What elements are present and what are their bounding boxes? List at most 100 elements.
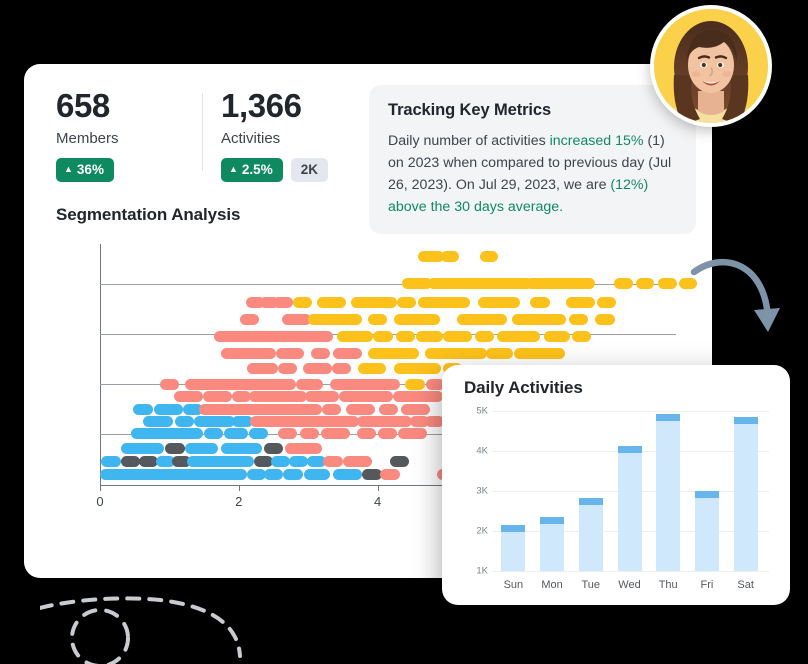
daily-bar-column[interactable] [501,411,526,571]
daily-bar-column[interactable] [578,411,603,571]
daily-bar-cap [694,491,719,498]
kpi-activities-change-text: 2.5% [241,162,273,178]
kpi-activities-label: Activities [221,129,281,147]
kpi-activities-total-badge[interactable]: 2K [290,158,328,182]
daily-bar-cap [617,446,642,454]
segmentation-dot-run [513,347,565,359]
metrics-text-segment-0: Daily number of activities [388,133,550,149]
metrics-panel-body: Daily number of activities increased 15%… [388,130,678,218]
segmentation-dot-run [394,363,442,375]
daily-bar-column[interactable] [694,411,719,571]
triangle-up-icon: ▲ [64,163,73,174]
daily-bar-cap [578,498,603,506]
daily-activities-title: Daily Activities [464,378,583,397]
segmentation-dot-run [194,416,235,428]
segmentation-dot-run [213,330,334,342]
segmentation-dot-run [338,390,393,402]
kpi-activities-change-badge[interactable]: ▲ 2.5% [221,158,283,182]
segmentation-x-tick [377,485,379,491]
segmentation-dot-run [678,278,697,290]
daily-y-tick-label: 2K [476,525,488,537]
kpi-activities-value: 1,366 [221,87,302,124]
segmentation-dot-run [240,314,260,326]
segmentation-dot-run [310,347,331,359]
segmentation-dot-run [198,404,322,416]
segmentation-dot-run [427,278,532,290]
segmentation-dot-run [566,297,596,309]
segmentation-dot-run [100,468,248,480]
daily-bar-fill [617,446,642,571]
segmentation-dot-run [159,378,179,390]
daily-activities-card: Daily Activities 1K 2K 3K 4K 5K Sun Mon Tue Wed T… [442,365,790,605]
segmentation-dot-run [295,378,324,390]
segmentation-dot-run [281,314,311,326]
segmentation-dot-run [569,314,589,326]
segmentation-dot-run [204,428,224,440]
daily-x-tick-label: Fri [700,579,714,591]
avatar[interactable] [650,5,772,127]
segmentation-dot-run [288,455,309,467]
segmentation-dot-run [512,314,567,326]
segmentation-dot-run [596,297,617,309]
segmentation-dot-run [442,330,472,342]
segmentation-dot-run [657,278,678,290]
daily-y-tick-label: 4K [476,445,488,457]
segmentation-dot-run [377,428,397,440]
segmentation-dot-run [174,416,195,428]
segmentation-dot-run [424,347,488,359]
daily-x-tick-label: Wed [618,579,641,591]
segmentation-dot-run [165,442,185,454]
segmentation-dot-run [154,404,184,416]
segmentation-dot-run [187,455,254,467]
daily-bar-column[interactable] [733,411,758,571]
segmentation-dot-run [249,416,360,428]
segmentation-dot-run [395,330,415,342]
segmentation-dot-run [101,455,121,467]
segmentation-x-tick-label: 0 [96,494,104,509]
daily-bar-cap [501,525,526,532]
segmentation-dot-run [277,363,297,375]
kpi-members-change-text: 36% [76,162,104,178]
segmentation-dot-run [220,347,277,359]
kpi-members-badges: ▲ 36% [56,158,196,182]
segmentation-dot-run [276,347,304,359]
segmentation-dot-run [397,297,417,309]
segmentation-dot-run [284,442,322,454]
segmentation-x-tick-label: 2 [235,494,243,509]
segmentation-dot-run [263,468,284,480]
kpi-activities-badges: ▲ 2.5% 2K [221,158,361,182]
segmentation-dot-run [392,390,443,402]
metrics-panel-title: Tracking Key Metrics [388,101,552,119]
daily-x-tick-label: Sat [737,579,754,591]
segmentation-dot-run [496,330,540,342]
segmentation-dot-run [362,468,382,480]
daily-x-tick-label: Sun [503,579,524,591]
segmentation-dot-run [277,428,297,440]
segmentation-dot-run [358,363,386,375]
daily-bar-column[interactable] [656,411,681,571]
segmentation-dot-run [337,330,374,342]
kpi-members-value: 658 [56,87,110,124]
segmentation-dot-run [544,330,571,342]
segmentation-dot-run [130,428,203,440]
kpi-activities: 1,366 Activities ▲ 2.5% 2K [221,87,361,182]
segmentation-dot-run [283,468,303,480]
daily-bar-column[interactable] [617,411,642,571]
segmentation-dot-run [223,428,249,440]
segmentation-dot-run [373,330,393,342]
segmentation-dot-run [394,314,440,326]
segmentation-dot-run [133,404,153,416]
daily-y-tick-label: 5K [476,405,488,417]
segmentation-dot-run [398,428,428,440]
segmentation-dot-run [120,455,141,467]
segmentation-dot-run [120,442,164,454]
daily-x-tick-label: Mon [541,579,563,591]
daily-bar-column[interactable] [540,411,565,571]
kpi-members-change-badge[interactable]: ▲ 36% [56,158,114,182]
daily-y-tick-label: 1K [476,565,488,577]
daily-y-tick-label: 3K [476,485,488,497]
segmentation-dot-run [367,347,420,359]
segmentation-dot-run [480,250,499,262]
daily-x-tick-label: Tue [581,579,601,591]
daily-bar-fill [578,498,603,571]
